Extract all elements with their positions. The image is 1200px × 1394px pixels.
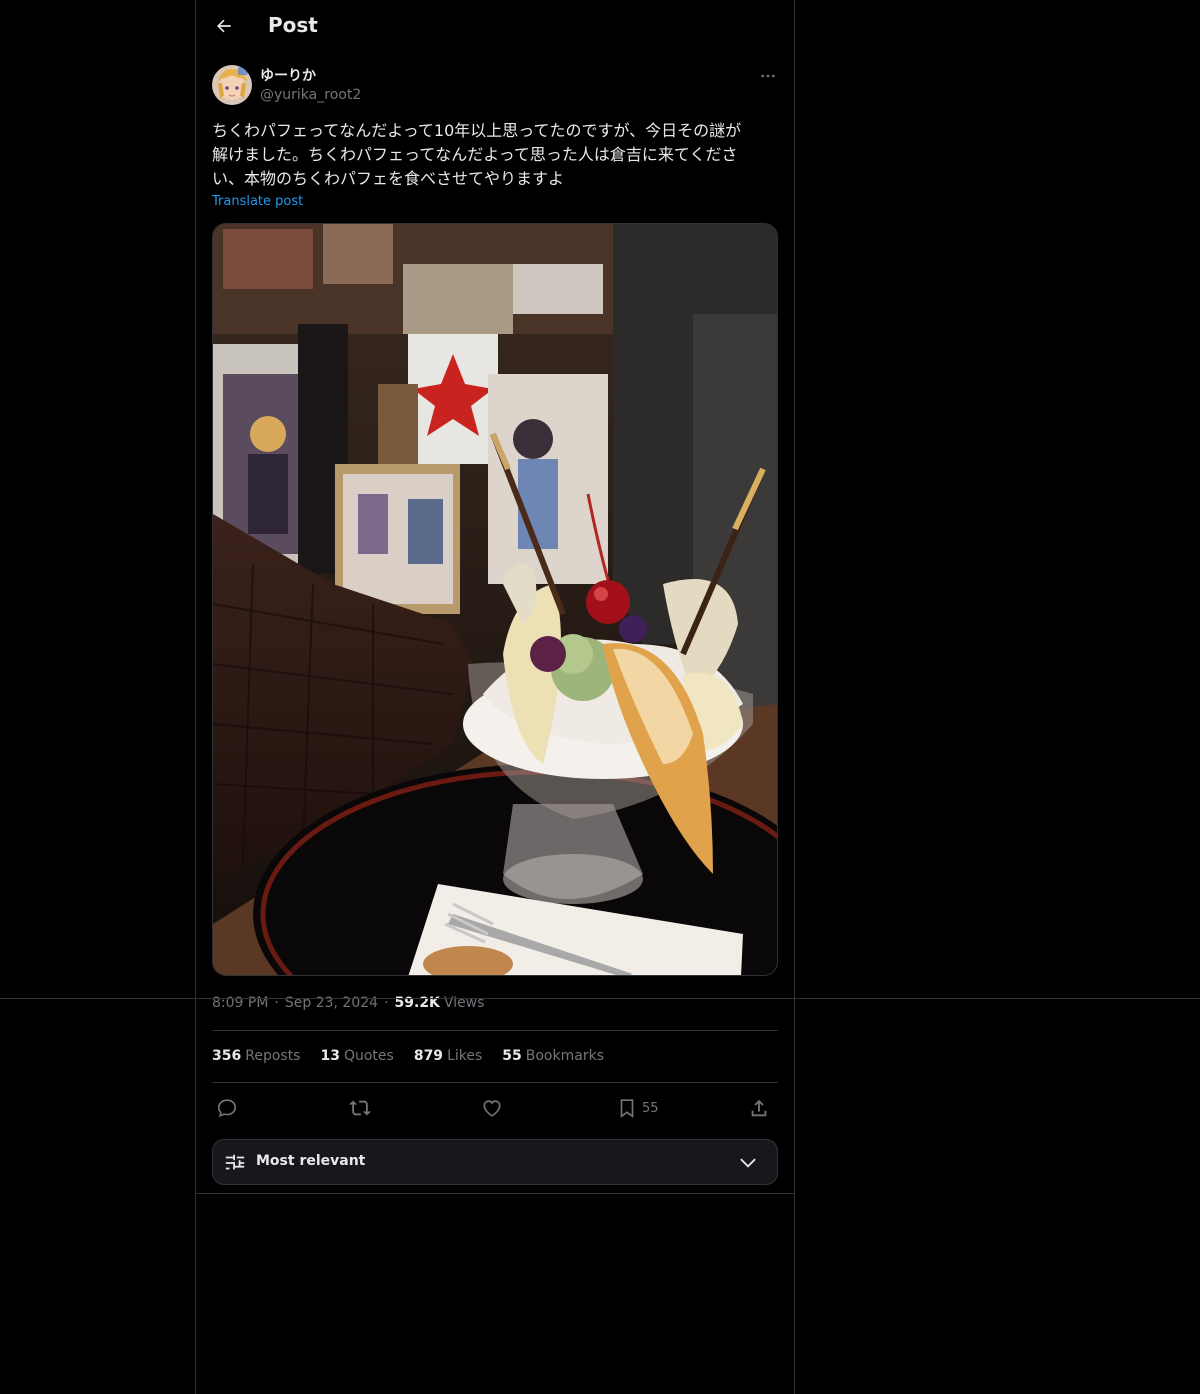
avatar[interactable] [212, 65, 252, 105]
bookmark-count: 55 [642, 1100, 659, 1116]
post-image[interactable] [212, 223, 778, 976]
chevron-down-icon [740, 1158, 756, 1168]
author-handle[interactable]: @yurika_root2 [260, 87, 361, 103]
sort-label: Most relevant [256, 1153, 366, 1169]
more-horizontal-icon [761, 74, 775, 78]
header: Post [196, 0, 794, 54]
reposts-stat[interactable]: 356 Reposts [212, 1048, 300, 1064]
back-button[interactable] [211, 13, 237, 39]
avatar-image [212, 65, 252, 105]
more-options-button[interactable] [758, 66, 778, 86]
overlay-divider-line [0, 998, 1200, 999]
like-button[interactable] [481, 1094, 503, 1122]
bookmarks-stat[interactable]: 55 Bookmarks [502, 1048, 604, 1064]
action-bar: 55 [212, 1094, 778, 1122]
engagement-stats: 356 Reposts 13 Quotes 879 Likes 55 Bookmarks [212, 1048, 604, 1064]
parfait-photo [213, 224, 777, 975]
repost-button[interactable] [349, 1094, 371, 1122]
heart-icon [483, 1100, 501, 1117]
likes-stat[interactable]: 879 Likes [414, 1048, 482, 1064]
divider [212, 1082, 778, 1083]
repost-icon [349, 1100, 371, 1116]
quotes-stat[interactable]: 13 Quotes [320, 1048, 393, 1064]
main-column: Post ゆーりか @yurika_root2 ちくわパフェってなんだよって10… [195, 0, 795, 1394]
page-title: Post [268, 13, 318, 37]
post-text: ちくわパフェってなんだよって10年以上思ってたのですが、今日その謎が 解けました… [212, 121, 742, 188]
share-button[interactable] [748, 1094, 770, 1122]
reply-icon [217, 1099, 237, 1118]
share-icon [751, 1099, 767, 1117]
divider [212, 1030, 778, 1031]
arrow-left-icon [217, 19, 231, 33]
author-display-name[interactable]: ゆーりか [260, 65, 316, 85]
reply-button[interactable] [216, 1094, 238, 1122]
reply-sort-dropdown[interactable]: Most relevant [212, 1139, 778, 1185]
divider [196, 1193, 794, 1194]
sliders-icon [225, 1154, 245, 1170]
translate-post-link[interactable]: Translate post [212, 194, 303, 209]
bookmark-button[interactable]: 55 [616, 1094, 659, 1122]
bookmark-icon [620, 1099, 634, 1118]
